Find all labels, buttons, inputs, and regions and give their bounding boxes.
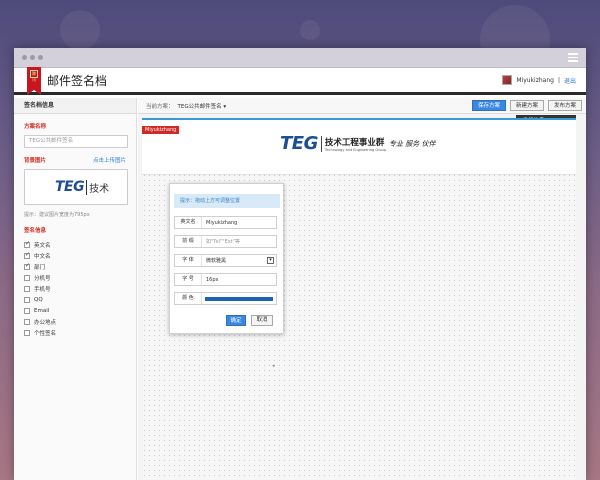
current-scheme-select[interactable]: TEG公共邮件签名 ▾ <box>178 102 227 110</box>
checkbox-icon[interactable] <box>24 274 30 281</box>
app-title: 邮件签名档 <box>47 73 108 88</box>
checkbox-checked-icon[interactable] <box>24 262 30 270</box>
checkbox-checked-icon[interactable] <box>24 240 30 248</box>
scheme-name-input[interactable]: TEG公共邮件签名 <box>24 135 128 148</box>
scheme-section: 方案名称 TEG公共邮件签名 <box>14 114 136 148</box>
signature-logo: TEG 技术工程事业群 Technology and Engineering G… <box>280 133 436 154</box>
checklist-item[interactable]: 英文名 <box>24 239 126 250</box>
logo-stamp: 腾讯 <box>30 70 38 82</box>
publish-scheme-button[interactable]: 发布方案 <box>547 100 582 111</box>
sig-info-label: 签名信息 <box>24 228 47 234</box>
app-logo: 腾讯 <box>27 67 41 95</box>
font-family-select[interactable]: 字 体 微软雅黑 ▾ <box>174 254 277 267</box>
font-family-label: 字 体 <box>175 255 202 266</box>
app-header: 腾讯 邮件签名档 Miyukizhang | 退出 <box>14 67 586 95</box>
teg-logo-icon: TEG <box>55 179 85 195</box>
current-scheme-label: 当前方案： <box>146 103 174 110</box>
color-label: 颜 色 <box>175 293 202 304</box>
window-titlebar <box>14 48 586 68</box>
checklist-item[interactable]: Email <box>24 305 126 316</box>
font-size-field[interactable]: 字 号 16px <box>174 273 277 286</box>
prefix-field[interactable]: 前 缀 如"Tel""Ext"等 <box>174 235 277 248</box>
window-dot-icon[interactable] <box>30 55 35 60</box>
color-swatch[interactable] <box>205 296 273 301</box>
checkbox-icon[interactable] <box>24 307 30 314</box>
hamburger-menu-icon[interactable] <box>568 53 578 62</box>
english-name-field[interactable]: 英文名 Miyukizhang <box>174 216 277 229</box>
avatar[interactable] <box>502 75 513 85</box>
font-family-value[interactable]: 微软雅黑 <box>202 257 267 264</box>
checklist-item-label: Email <box>34 307 50 314</box>
collapse-handle-icon[interactable]: ◂ <box>272 363 275 369</box>
signature-name-tag[interactable]: Miyukizhang <box>142 126 180 134</box>
app-window: 腾讯 邮件签名档 Miyukizhang | 退出 签名档信息 方案名称 TEG… <box>14 48 586 480</box>
user-name: Miyukizhang <box>516 76 554 84</box>
checklist-item-label: 部门 <box>34 264 46 271</box>
sidebar-header: 签名档信息 <box>14 98 136 114</box>
sig-info-section: 签名信息 英文名中文名部门分机号手机号 QQ Email 办公地点个性签名 <box>14 218 136 338</box>
checklist-item-label: 中文名 <box>34 253 51 260</box>
field-checklist: 英文名中文名部门分机号手机号 QQ Email 办公地点个性签名 <box>24 239 126 338</box>
new-scheme-button[interactable]: 新建方案 <box>509 100 544 111</box>
window-dot-icon[interactable] <box>38 55 43 60</box>
upload-image-link[interactable]: 点击上传图片 <box>93 156 126 164</box>
checklist-item[interactable]: 个性签名 <box>24 327 126 338</box>
sidebar: 签名档信息 方案名称 TEG公共邮件签名 背景图片 点击上传图片 TEG 技术 … <box>14 98 137 480</box>
checkbox-icon[interactable] <box>24 318 30 325</box>
checklist-item-label: 英文名 <box>34 242 51 249</box>
checklist-item-label: 办公地点 <box>34 319 57 326</box>
checklist-item[interactable]: QQ <box>24 294 126 305</box>
logo-en-text: Technology and Engineering Group <box>324 147 387 152</box>
checklist-item[interactable]: 手机号 <box>24 283 126 294</box>
chevron-down-icon[interactable]: ▾ <box>267 257 274 264</box>
scheme-label: 方案名称 <box>24 124 47 130</box>
checklist-item[interactable]: 中文名 <box>24 250 126 261</box>
signature-preview[interactable]: Miyukizhang TEG 技术工程事业群 Technology and E… <box>142 120 576 175</box>
save-scheme-button[interactable]: 保存方案 <box>471 100 506 111</box>
logo-cn-text: 技术工程事业群 <box>324 137 385 148</box>
cancel-button[interactable]: 取消 <box>251 315 273 326</box>
window-dot-icon[interactable] <box>22 55 27 60</box>
teg-logo-icon: TEG <box>280 133 318 154</box>
checklist-item[interactable]: 办公地点 <box>24 316 126 327</box>
slogan-text: 专业 服务 伙伴 <box>389 139 436 148</box>
checkbox-icon[interactable] <box>24 285 30 292</box>
confirm-button[interactable]: 确定 <box>226 315 246 326</box>
window-controls <box>22 55 43 60</box>
prefix-placeholder[interactable]: 如"Tel""Ext"等 <box>202 238 276 245</box>
checkbox-checked-icon[interactable] <box>24 251 30 259</box>
bg-preview-image[interactable]: TEG 技术 <box>24 169 128 205</box>
user-separator: | <box>557 76 560 84</box>
color-picker[interactable]: 颜 色 <box>174 292 277 305</box>
checklist-item-label: 个性签名 <box>34 330 57 337</box>
popup-tip: 提示：拖动上方可调整位置 <box>174 194 280 208</box>
field-edit-popup: 提示：拖动上方可调整位置 英文名 Miyukizhang 前 缀 如"Tel""… <box>169 183 284 334</box>
english-name-value[interactable]: Miyukizhang <box>202 220 276 226</box>
font-size-value[interactable]: 16px <box>202 277 276 283</box>
logo-text-block: 技术工程事业群 Technology and Engineering Group <box>320 135 387 152</box>
checkbox-icon[interactable] <box>24 329 30 336</box>
bg-label: 背景图片 点击上传图片 <box>24 156 126 164</box>
bg-hint: 提示：建议图片宽度为795px <box>24 212 90 218</box>
user-box: Miyukizhang | 退出 <box>502 75 576 85</box>
checklist-item[interactable]: 分机号 <box>24 272 126 283</box>
prefix-label: 前 缀 <box>175 236 202 247</box>
logout-link[interactable]: 退出 <box>564 76 576 85</box>
font-size-label: 字 号 <box>175 274 202 285</box>
checklist-item[interactable]: 部门 <box>24 261 126 272</box>
checkbox-icon[interactable] <box>24 296 30 303</box>
toolbar: 当前方案： TEG公共邮件签名 ▾ 保存方案 新建方案 发布方案 <box>138 98 586 114</box>
checklist-item-label: QQ <box>34 296 43 303</box>
bg-section: 背景图片 点击上传图片 TEG 技术 提示：建议图片宽度为795px <box>14 148 136 218</box>
bg-preview-text: 技术 <box>86 179 109 195</box>
english-name-label: 英文名 <box>175 217 202 228</box>
checklist-item-label: 手机号 <box>34 286 51 293</box>
checklist-item-label: 分机号 <box>34 275 51 282</box>
